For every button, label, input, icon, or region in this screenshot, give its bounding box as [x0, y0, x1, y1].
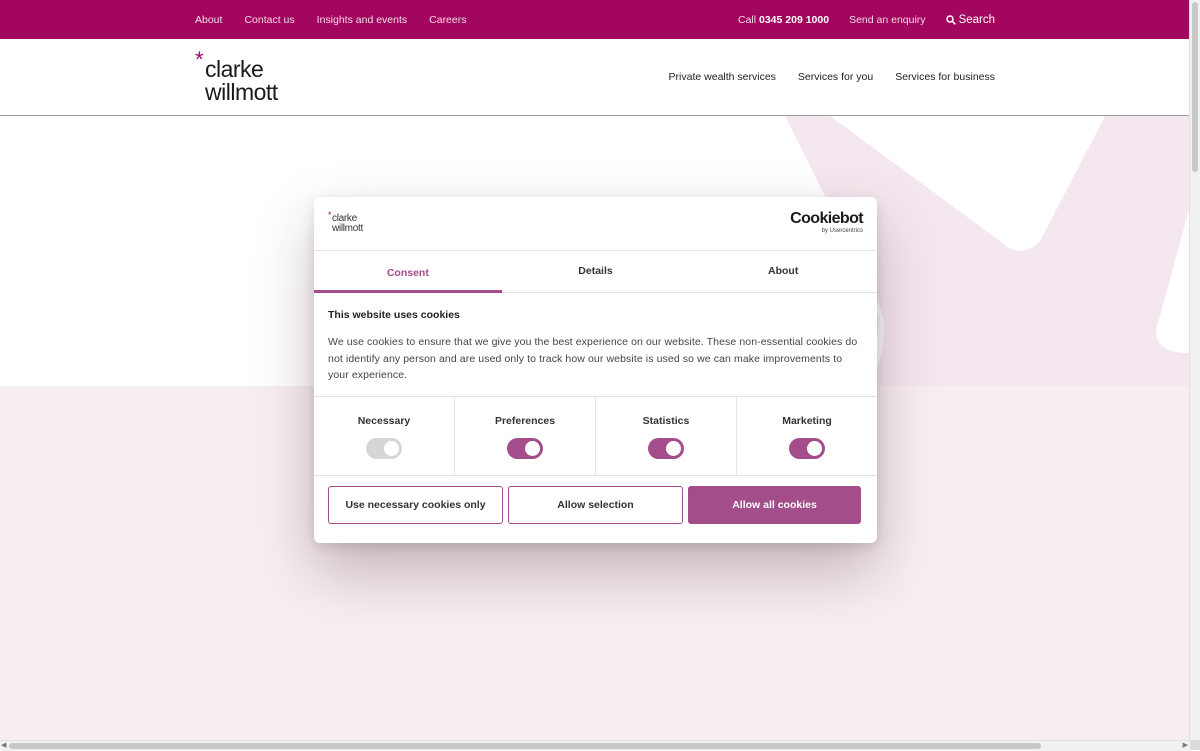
allow-selection-button[interactable]: Allow selection — [508, 486, 683, 524]
toggle-label-statistics: Statistics — [642, 415, 690, 427]
cookiebot-name: Cookiebot — [790, 210, 863, 227]
dialog-logo-star: * — [328, 210, 332, 220]
toggle-preferences[interactable] — [507, 438, 543, 459]
toggle-knob — [384, 441, 399, 456]
dialog-logo: * clarke willmott — [328, 210, 368, 236]
toggle-knob — [525, 441, 540, 456]
dialog-header: * clarke willmott Cookiebot by Usercentr… — [314, 197, 877, 251]
toggle-cell-marketing: Marketing — [737, 397, 877, 475]
consent-toggles: Necessary Preferences Statistics Marketi… — [314, 396, 877, 476]
dialog-body: This website uses cookies We use cookies… — [328, 309, 858, 384]
tab-consent[interactable]: Consent — [314, 250, 502, 293]
toggle-necessary — [366, 438, 402, 459]
vertical-scrollbar[interactable] — [1189, 0, 1200, 740]
toggle-cell-necessary: Necessary — [314, 397, 455, 475]
cookie-consent-dialog: * clarke willmott Cookiebot by Usercentr… — [314, 197, 877, 543]
dialog-logo-line-2: willmott — [332, 223, 363, 234]
cookiebot-logo[interactable]: Cookiebot by Usercentrics — [790, 211, 863, 235]
toggle-label-preferences: Preferences — [494, 415, 556, 427]
dialog-heading: This website uses cookies — [328, 309, 460, 321]
tab-details[interactable]: Details — [502, 250, 690, 292]
use-necessary-only-button[interactable]: Use necessary cookies only — [328, 486, 503, 524]
vertical-scroll-thumb[interactable] — [1192, 2, 1198, 172]
scroll-right-arrow-icon[interactable]: ▶ — [1183, 741, 1188, 749]
scroll-left-arrow-icon[interactable]: ◀ — [1, 741, 6, 749]
dialog-description: We use cookies to ensure that we give yo… — [328, 336, 858, 381]
toggle-knob — [666, 441, 681, 456]
toggle-knob — [807, 441, 822, 456]
cookiebot-sub: by Usercentrics — [821, 228, 863, 234]
tab-about[interactable]: About — [689, 250, 877, 292]
allow-all-cookies-button[interactable]: Allow all cookies — [688, 486, 861, 524]
dialog-buttons: Use necessary cookies only Allow selecti… — [328, 486, 863, 526]
dialog-tabs: Consent Details About — [314, 250, 877, 293]
toggle-statistics[interactable] — [648, 438, 684, 459]
toggle-label-necessary: Necessary — [357, 415, 411, 427]
horizontal-scrollbar[interactable]: ◀ ▶ — [0, 740, 1190, 751]
toggle-marketing[interactable] — [789, 438, 825, 459]
horizontal-scroll-thumb[interactable] — [9, 743, 1041, 749]
scrollbar-corner — [1190, 740, 1200, 750]
toggle-cell-preferences: Preferences — [455, 397, 596, 475]
toggle-cell-statistics: Statistics — [596, 397, 737, 475]
toggle-label-marketing: Marketing — [782, 415, 832, 427]
